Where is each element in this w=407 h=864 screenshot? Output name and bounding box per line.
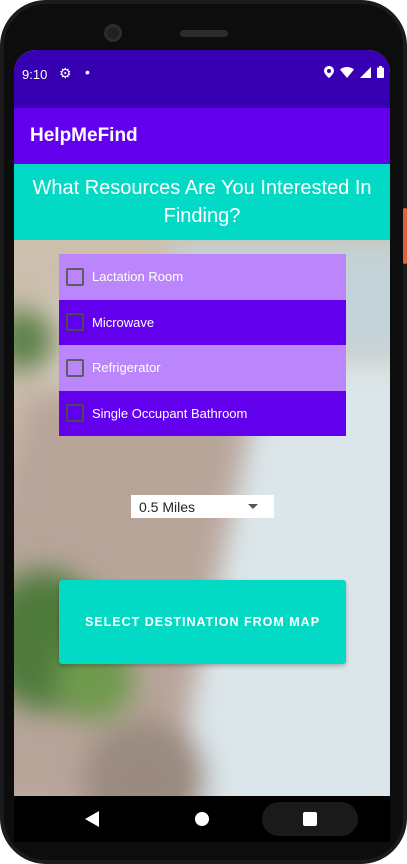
checkbox-icon[interactable] bbox=[66, 404, 84, 423]
signal-icon bbox=[360, 66, 371, 78]
checkbox-label: Single Occupant Bathroom bbox=[92, 405, 248, 421]
checkbox-label: Lactation Room bbox=[92, 269, 184, 285]
screen: 9:10 ⚙ • HelpMeFind What Resources Are Y… bbox=[14, 50, 390, 796]
power-button bbox=[403, 208, 407, 264]
back-icon[interactable] bbox=[85, 811, 99, 827]
status-icons bbox=[324, 66, 384, 78]
battery-icon bbox=[377, 66, 384, 78]
recents-icon[interactable] bbox=[303, 812, 317, 826]
distance-value: 0.5 Miles bbox=[139, 498, 196, 515]
question-text: What Resources Are You Interested In Fin… bbox=[32, 177, 372, 227]
resource-checklist: Lactation Room Microwave Refrigerator Si… bbox=[59, 254, 346, 436]
location-icon bbox=[324, 66, 334, 78]
checkbox-icon[interactable] bbox=[66, 267, 84, 286]
app-bar: HelpMeFind bbox=[14, 108, 390, 164]
status-time: 9:10 bbox=[22, 67, 48, 82]
checkbox-single-occupant-bathroom[interactable]: Single Occupant Bathroom bbox=[59, 390, 346, 436]
status-bar: 9:10 ⚙ • bbox=[14, 50, 390, 108]
navigation-bar bbox=[14, 796, 390, 842]
checkbox-microwave[interactable]: Microwave bbox=[59, 299, 346, 345]
wifi-icon bbox=[340, 66, 354, 78]
checkbox-icon[interactable] bbox=[66, 358, 84, 377]
gear-icon: ⚙ bbox=[59, 65, 72, 81]
question-banner: What Resources Are You Interested In Fin… bbox=[14, 164, 390, 240]
distance-dropdown[interactable]: 0.5 Miles bbox=[131, 495, 274, 518]
checkbox-label: Microwave bbox=[92, 314, 155, 330]
checkbox-lactation-room[interactable]: Lactation Room bbox=[59, 254, 346, 300]
checkbox-icon[interactable] bbox=[66, 313, 84, 332]
dot-icon: • bbox=[85, 64, 90, 80]
select-destination-label: SELECT DESTINATION FROM MAP bbox=[84, 615, 321, 629]
checkbox-label: Refrigerator bbox=[92, 360, 161, 376]
phone-frame: 9:10 ⚙ • HelpMeFind What Resources Are Y… bbox=[0, 0, 407, 864]
dropdown-arrow-icon bbox=[248, 504, 258, 509]
app-title: HelpMeFind bbox=[30, 125, 138, 146]
earpiece-speaker bbox=[180, 30, 228, 37]
select-destination-button[interactable]: SELECT DESTINATION FROM MAP bbox=[59, 580, 346, 664]
front-camera bbox=[104, 24, 122, 42]
checkbox-refrigerator[interactable]: Refrigerator bbox=[59, 345, 346, 391]
home-icon[interactable] bbox=[195, 812, 209, 826]
